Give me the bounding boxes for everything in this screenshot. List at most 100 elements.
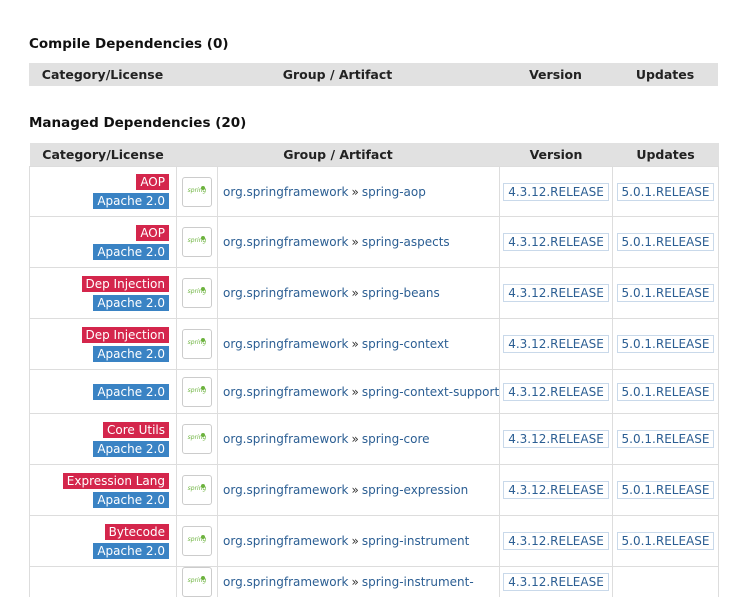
artifact-link[interactable]: spring-aop — [362, 185, 426, 199]
license-badge[interactable]: Apache 2.0 — [93, 384, 169, 400]
update-link[interactable]: 5.0.1.RELEASE — [617, 335, 715, 353]
category-license-cell: Dep Injection Apache 2.0 — [30, 319, 177, 370]
license-badge[interactable]: Apache 2.0 — [93, 193, 169, 209]
category-badge[interactable]: Expression Lang — [63, 473, 169, 489]
table-row: AOPApache 2.0springorg.springframework»s… — [30, 217, 719, 268]
category-license-cell: Dep Injection Apache 2.0 — [30, 268, 177, 319]
update-link[interactable]: 5.0.1.RELEASE — [617, 183, 715, 201]
table-row: Bytecode Apache 2.0 spring org.springframew… — [30, 516, 719, 567]
category-badge[interactable]: AOP — [136, 225, 169, 241]
category-license-cell: AOP Apache 2.0 — [30, 217, 177, 268]
separator: » — [348, 337, 361, 351]
version-link[interactable]: 4.3.12.RELEASE — [503, 532, 609, 550]
separator: » — [348, 286, 361, 300]
artifact-link[interactable]: spring-instrument- — [362, 575, 474, 589]
group-artifact-cell: org.springframework»spring-context — [218, 319, 500, 370]
update-link[interactable]: 5.0.1.RELEASE — [617, 430, 715, 448]
spring-logo-icon[interactable]: spring — [182, 377, 212, 407]
artifact-link[interactable]: spring-context-support — [362, 385, 499, 399]
managed-dependencies-table: Category/License Group / Artifact Versio… — [29, 143, 719, 597]
logo-cell: spring — [177, 217, 218, 268]
license-badge[interactable]: Apache 2.0 — [93, 441, 169, 457]
version-cell: 4.3.12.RELEASE — [500, 465, 613, 516]
version-cell: 4.3.12.RELEASE — [500, 516, 613, 567]
category-license-cell: AOP Apache 2.0 — [30, 167, 177, 217]
spring-logo-icon[interactable]: spring — [182, 278, 212, 308]
spring-logo-icon[interactable]: spring — [182, 475, 212, 505]
version-link[interactable]: 4.3.12.RELEASE — [503, 383, 609, 401]
version-link[interactable]: 4.3.12.RELEASE — [503, 284, 609, 302]
spring-logo-icon[interactable]: spring — [182, 329, 212, 359]
header-updates: Updates — [612, 63, 718, 86]
separator: » — [348, 534, 361, 548]
update-link[interactable]: 5.0.1.RELEASE — [617, 383, 715, 401]
table-row: springorg.springframework»spring-instrum… — [30, 567, 719, 597]
update-link[interactable]: 5.0.1.RELEASE — [617, 284, 715, 302]
group-link[interactable]: org.springframework — [223, 185, 348, 199]
version-cell: 4.3.12.RELEASE — [500, 370, 613, 414]
table-row: Dep Injection Apache 2.0 spring org.springf… — [30, 268, 719, 319]
spring-logo-icon[interactable]: spring — [182, 227, 212, 257]
spring-logo-icon[interactable]: spring — [182, 177, 212, 207]
logo-cell: spring — [177, 516, 218, 567]
update-link[interactable]: 5.0.1.RELEASE — [617, 233, 715, 251]
table-row: Expression Lang Apache 2.0 spring org.sprin… — [30, 465, 719, 516]
license-badge[interactable]: Apache 2.0 — [93, 346, 169, 362]
spring-logo-icon[interactable]: spring — [182, 424, 212, 454]
update-link[interactable]: 5.0.1.RELEASE — [617, 481, 715, 499]
group-link[interactable]: org.springframework — [223, 432, 348, 446]
update-cell: 5.0.1.RELEASE — [613, 167, 719, 217]
category-license-cell: Bytecode Apache 2.0 — [30, 516, 177, 567]
category-badge[interactable]: AOP — [136, 174, 169, 190]
separator: » — [348, 185, 361, 199]
header-version: Version — [499, 63, 612, 86]
category-badge[interactable]: Bytecode — [105, 524, 169, 540]
artifact-link[interactable]: spring-expression — [362, 483, 468, 497]
artifact-link[interactable]: spring-core — [362, 432, 430, 446]
artifact-link[interactable]: spring-instrument — [362, 534, 470, 548]
update-cell — [613, 567, 719, 597]
group-link[interactable]: org.springframework — [223, 337, 348, 351]
license-badge[interactable]: Apache 2.0 — [93, 295, 169, 311]
category-license-cell: Expression Lang Apache 2.0 — [30, 465, 177, 516]
artifact-link[interactable]: spring-context — [362, 337, 449, 351]
version-cell: 4.3.12.RELEASE — [500, 268, 613, 319]
spring-logo-icon[interactable]: spring — [182, 567, 212, 597]
logo-cell: spring — [177, 567, 218, 597]
update-link[interactable]: 5.0.1.RELEASE — [617, 532, 715, 550]
license-badge[interactable]: Apache 2.0 — [93, 244, 169, 260]
group-link[interactable]: org.springframework — [223, 575, 348, 589]
category-badge[interactable]: Dep Injection — [82, 327, 170, 343]
version-link[interactable]: 4.3.12.RELEASE — [503, 481, 609, 499]
artifact-link[interactable]: spring-beans — [362, 286, 440, 300]
spring-logo-icon[interactable]: spring — [182, 526, 212, 556]
group-link[interactable]: org.springframework — [223, 286, 348, 300]
category-badge[interactable]: Dep Injection — [82, 276, 170, 292]
artifact-link[interactable]: spring-aspects — [362, 235, 450, 249]
version-link[interactable]: 4.3.12.RELEASE — [503, 573, 609, 591]
logo-cell: spring — [177, 414, 218, 465]
table-header: Category/License Group / Artifact Versio… — [29, 63, 718, 86]
header-category-license: Category/License — [30, 143, 177, 167]
group-link[interactable]: org.springframework — [223, 235, 348, 249]
license-badge[interactable]: Apache 2.0 — [93, 543, 169, 559]
header-group-artifact: Group / Artifact — [177, 143, 500, 167]
license-badge[interactable]: Apache 2.0 — [93, 492, 169, 508]
group-link[interactable]: org.springframework — [223, 385, 348, 399]
version-link[interactable]: 4.3.12.RELEASE — [503, 335, 609, 353]
group-artifact-cell: org.springframework»spring-instrument- — [218, 567, 500, 597]
group-link[interactable]: org.springframework — [223, 483, 348, 497]
version-cell: 4.3.12.RELEASE — [500, 567, 613, 597]
group-link[interactable]: org.springframework — [223, 534, 348, 548]
separator: » — [348, 432, 361, 446]
category-badge[interactable]: Core Utils — [103, 422, 169, 438]
table-row: AOP Apache 2.0 spring org.springframework»s… — [30, 167, 719, 217]
version-link[interactable]: 4.3.12.RELEASE — [503, 430, 609, 448]
version-link[interactable]: 4.3.12.RELEASE — [503, 183, 609, 201]
managed-dependencies-title: Managed Dependencies (20) — [29, 115, 246, 131]
table-header: Category/License Group / Artifact Versio… — [30, 143, 719, 167]
compile-dependencies-title: Compile Dependencies (0) — [29, 36, 229, 52]
logo-cell: spring — [177, 370, 218, 414]
version-link[interactable]: 4.3.12.RELEASE — [503, 233, 609, 251]
version-cell: 4.3.12.RELEASE — [500, 319, 613, 370]
